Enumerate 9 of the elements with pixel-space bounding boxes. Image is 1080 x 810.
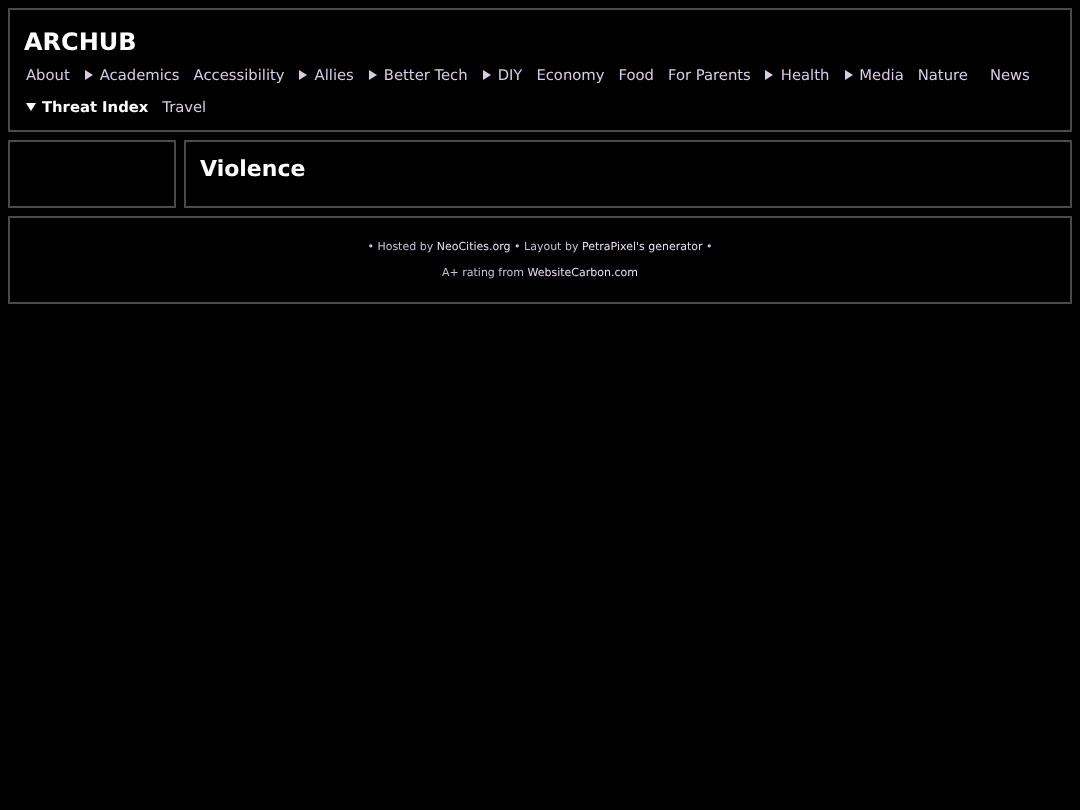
caret-right-icon — [83, 70, 94, 80]
caret-right-icon — [843, 70, 854, 80]
site-title: ARCHUB — [24, 28, 137, 56]
caret-right-icon — [367, 70, 378, 80]
caret-right-icon — [481, 70, 492, 80]
page-heading: Violence — [200, 156, 308, 182]
caret-down-icon — [26, 102, 36, 112]
caret-right-icon — [764, 70, 775, 80]
caret-right-icon — [298, 70, 309, 80]
